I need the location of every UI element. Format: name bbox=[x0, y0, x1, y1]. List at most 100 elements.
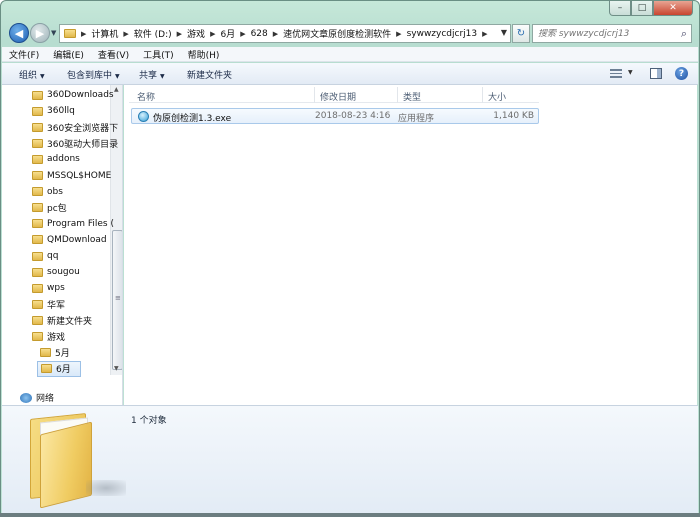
breadcrumb-item[interactable]: 软件 (D:) bbox=[134, 27, 172, 40]
tree-item-label: 游戏 bbox=[47, 333, 66, 343]
menu-help[interactable]: 帮助(H) bbox=[188, 48, 220, 61]
tree-item-label: qq bbox=[47, 251, 59, 261]
folder-icon bbox=[40, 348, 51, 358]
scrollbar-thumb[interactable]: ≡ bbox=[112, 230, 122, 370]
tree-item[interactable]: 华军 bbox=[32, 296, 65, 312]
folder-icon bbox=[32, 219, 43, 229]
column-size[interactable]: 大小 bbox=[488, 90, 506, 103]
tree-item-label: 360llq bbox=[47, 106, 75, 117]
chevron-right-icon[interactable]: ▶ bbox=[482, 30, 487, 38]
maximize-button[interactable]: □ bbox=[631, 1, 653, 16]
tree-item[interactable]: 360llq bbox=[32, 103, 75, 119]
close-button[interactable]: ✕ bbox=[653, 1, 693, 16]
column-divider[interactable] bbox=[397, 87, 398, 103]
include-library-button[interactable]: 包含到库中 ▼ bbox=[67, 68, 120, 81]
tree-item[interactable]: obs bbox=[32, 184, 63, 200]
forward-button[interactable]: ▶ bbox=[30, 23, 50, 43]
chevron-right-icon[interactable]: ▶ bbox=[123, 30, 128, 38]
tree-item-label: addons bbox=[47, 154, 80, 165]
tree-item[interactable]: QMDownload bbox=[32, 232, 107, 248]
back-button[interactable]: ◀ bbox=[9, 23, 29, 43]
new-folder-button[interactable]: 新建文件夹 bbox=[187, 68, 232, 81]
organize-label: 组织 bbox=[19, 71, 38, 81]
tree-item-label: 360驱动大师目录 bbox=[47, 139, 119, 150]
chevron-down-icon[interactable]: ▼ bbox=[628, 69, 633, 76]
chevron-down-icon: ▼ bbox=[115, 73, 120, 80]
chevron-right-icon[interactable]: ▶ bbox=[81, 30, 86, 38]
tree-item-network[interactable]: 网络 bbox=[20, 391, 54, 404]
breadcrumb-item[interactable]: 628 bbox=[251, 29, 268, 39]
address-dropdown-icon[interactable]: ▼ bbox=[501, 28, 507, 37]
file-type: 应用程序 bbox=[398, 114, 435, 124]
tree-item[interactable]: Program Files ( bbox=[32, 216, 114, 232]
menu-file[interactable]: 文件(F) bbox=[9, 48, 39, 61]
column-divider[interactable] bbox=[314, 87, 315, 103]
chevron-right-icon[interactable]: ▶ bbox=[273, 30, 278, 38]
chevron-right-icon[interactable]: ▶ bbox=[396, 30, 401, 38]
organize-button[interactable]: 组织 ▼ bbox=[19, 68, 45, 81]
chevron-right-icon[interactable]: ▶ bbox=[177, 30, 182, 38]
address-bar[interactable]: ▶ 计算机 ▶ 软件 (D:) ▶ 游戏 ▶ 6月 ▶ 628 ▶ 速优网文章原创度检测软件 ▶ syw… bbox=[59, 24, 511, 43]
tree-item[interactable]: 360安全浏览器下 bbox=[32, 119, 118, 135]
breadcrumb-item[interactable]: 速优网文章原创度检测软件 bbox=[283, 27, 391, 40]
search-box[interactable]: ⌕ bbox=[532, 24, 692, 43]
minimize-button[interactable]: – bbox=[609, 1, 631, 16]
application-icon bbox=[138, 111, 149, 122]
tree-item-label: wps bbox=[47, 283, 65, 294]
chevron-right-icon[interactable]: ▶ bbox=[240, 30, 245, 38]
tree-item[interactable]: sougou bbox=[32, 264, 80, 280]
menu-tools[interactable]: 工具(T) bbox=[143, 48, 174, 61]
command-bar: 组织 ▼ 包含到库中 ▼ 共享 ▼ 新建文件夹 ▼ ? bbox=[2, 63, 698, 85]
help-icon[interactable]: ? bbox=[675, 67, 688, 80]
details-pane: 1 个对象 bbox=[2, 405, 698, 516]
column-name[interactable]: 名称 bbox=[137, 90, 155, 103]
menu-view[interactable]: 查看(V) bbox=[98, 48, 129, 61]
refresh-button[interactable]: ↻ bbox=[512, 24, 530, 43]
navigation-bar: ◀ ▶ ▼ ▶ 计算机 ▶ 软件 (D:) ▶ 游戏 ▶ 6月 ▶ 628 ▶ 速优网文章原创度检测… bbox=[7, 21, 695, 45]
menu-edit[interactable]: 编辑(E) bbox=[53, 48, 84, 61]
breadcrumb-item[interactable]: 计算机 bbox=[91, 27, 118, 40]
column-date[interactable]: 修改日期 bbox=[320, 90, 356, 103]
search-input[interactable] bbox=[538, 28, 668, 39]
column-divider[interactable] bbox=[482, 87, 483, 103]
tree-item[interactable]: 游戏 bbox=[32, 329, 65, 345]
tree-item[interactable]: 360Downloads bbox=[32, 87, 114, 103]
preview-pane-icon[interactable] bbox=[650, 68, 662, 79]
column-type[interactable]: 类型 bbox=[403, 90, 421, 103]
folder-icon bbox=[64, 29, 76, 38]
menu-bar: 文件(F) 编辑(E) 查看(V) 工具(T) 帮助(H) bbox=[2, 47, 698, 62]
include-library-label: 包含到库中 bbox=[67, 71, 113, 81]
tree-item[interactable]: qq bbox=[32, 248, 58, 264]
tree-item[interactable]: 新建文件夹 bbox=[32, 312, 92, 328]
share-label: 共享 bbox=[139, 71, 158, 81]
scroll-down-icon[interactable]: ▼ bbox=[114, 365, 119, 372]
tree-item[interactable]: 6月 bbox=[37, 360, 81, 377]
network-icon bbox=[20, 392, 32, 403]
breadcrumb-item[interactable]: 6月 bbox=[220, 27, 235, 40]
tree-item-label: 华军 bbox=[47, 300, 66, 311]
file-date: 2018-08-23 4:16 bbox=[315, 111, 391, 121]
breadcrumb-item[interactable]: 游戏 bbox=[187, 27, 205, 40]
share-button[interactable]: 共享 ▼ bbox=[139, 68, 165, 81]
caption-buttons: – □ ✕ bbox=[609, 1, 693, 16]
tree-item[interactable]: 360驱动大师目录 bbox=[32, 135, 118, 151]
folder-icon bbox=[32, 187, 43, 197]
chevron-right-icon[interactable]: ▶ bbox=[210, 30, 215, 38]
tree-item[interactable]: wps bbox=[32, 280, 65, 296]
tree-item[interactable]: MSSQL$HOME bbox=[32, 168, 111, 184]
tree-item-label: obs bbox=[47, 186, 63, 197]
recent-pages-dropdown-icon[interactable]: ▼ bbox=[51, 29, 56, 37]
chevron-down-icon: ▼ bbox=[40, 73, 45, 80]
scroll-up-icon[interactable]: ▲ bbox=[114, 86, 119, 93]
item-count: 1 个对象 bbox=[131, 416, 167, 426]
file-row[interactable]: 伪原创检测1.3.exe 2018-08-23 4:16 应用程序 1,140 … bbox=[131, 108, 539, 124]
file-size: 1,140 KB bbox=[493, 111, 534, 121]
tree-item-label: MSSQL$HOME bbox=[47, 170, 112, 181]
view-options-icon[interactable] bbox=[610, 69, 622, 78]
search-icon[interactable]: ⌕ bbox=[681, 27, 687, 41]
file-name: 伪原创检测1.3.exe bbox=[153, 114, 232, 124]
tree-item[interactable]: pc包 bbox=[32, 200, 67, 216]
tree-item[interactable]: 5月 bbox=[40, 345, 70, 361]
tree-item[interactable]: addons bbox=[32, 151, 80, 167]
breadcrumb-item[interactable]: sywwzycdjcrj13 bbox=[407, 29, 478, 39]
